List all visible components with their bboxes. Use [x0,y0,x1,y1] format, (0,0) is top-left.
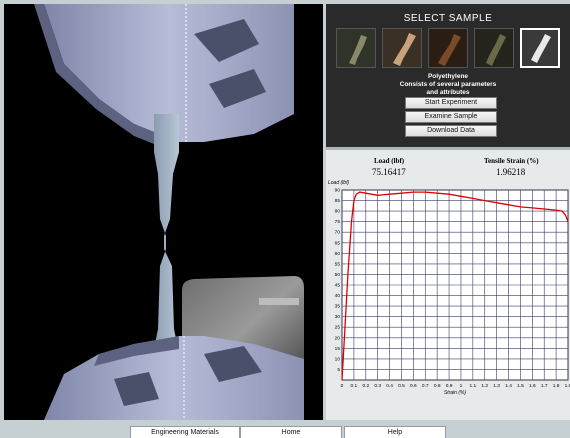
y-tick-label: 75 [335,219,341,225]
x-tick-label: 0.7 [422,383,429,389]
strain-label: Tensile Strain (%) [484,157,539,165]
strain-value: 1.96218 [496,167,526,177]
x-tick-label: 0.1 [351,383,358,389]
x-tick-label: 0.3 [374,383,381,389]
examine-sample-button[interactable]: Examine Sample [405,111,497,123]
y-tick-label: 30 [335,314,341,320]
x-tick-label: 0.8 [434,383,441,389]
x-tick-label: 0 [341,383,344,389]
tensile-test-viewport[interactable] [4,4,323,420]
help-tab[interactable]: Help [344,426,446,438]
x-tick-label: 1.5 [517,383,524,389]
sample-thumb-1[interactable] [336,28,376,68]
y-tick-label: 35 [335,304,341,310]
x-tick-label: 0.4 [386,383,393,389]
x-tick-label: 1.9 [565,383,570,389]
x-axis-label: Strain (%) [444,390,467,396]
y-tick-label: 55 [335,261,341,267]
y-tick-label: 20 [335,335,341,341]
load-strain-chart: 0 0.1 0.2 0.3 0.4 0.5 0.6 0.7 0.8 0.9 1 1.1 1.2 1.3 1.… [328,180,570,396]
material-name: Polyethylene [427,73,469,80]
load-strain-chart-panel: Load (lbf) 75.16417 Tensile Strain (%) 1… [326,150,570,420]
sample-selector-title: SELECT SAMPLE [403,13,493,24]
sample-2-icon [383,29,421,67]
load-label: Load (lbf) [374,157,405,165]
sample-thumb-3[interactable] [428,28,468,68]
x-tick-label: 0.2 [362,383,369,389]
x-tick-label: 0.9 [446,383,453,389]
y-tick-label: 80 [335,209,341,215]
x-tick-label: 1.7 [541,383,548,389]
x-tick-label: 1.1 [470,383,477,389]
start-experiment-button[interactable]: Start Experiment [405,97,497,109]
sample-thumbnails [336,28,566,70]
sample-1-icon [337,29,375,67]
tensile-machine-illustration [34,4,304,420]
sample-selector-panel: SELECT SAMPLE Polyethylene Consists of s… [326,4,570,147]
material-description-line1: Consists of several parameters [399,81,497,88]
x-tick-label: 1.4 [505,383,512,389]
sample-4-icon [475,29,513,67]
sample-thumb-2[interactable] [382,28,422,68]
sample-thumb-4[interactable] [474,28,514,68]
y-tick-label: 25 [335,325,341,331]
y-tick-label: 85 [335,198,341,204]
x-tick-label: 1 [460,383,463,389]
engineering-materials-tab[interactable]: Engineering Materials [130,426,240,438]
y-tick-label: 5 [337,367,340,373]
x-tick-label: 1.3 [493,383,500,389]
sample-3-icon [429,29,467,67]
y-tick-label: 40 [335,293,341,299]
y-tick-label: 15 [335,346,341,352]
download-data-button[interactable]: Download Data [405,125,497,137]
y-tick-label: 50 [335,272,341,278]
material-description-line2: and attributes [426,89,470,96]
home-tab[interactable]: Home [240,426,342,438]
y-tick-label: 65 [335,240,341,246]
y-tick-label: 90 [335,188,341,194]
x-tick-label: 0.5 [398,383,405,389]
x-tick-label: 1.2 [481,383,488,389]
y-tick-label: 70 [335,230,341,236]
x-tick-label: 1.8 [553,383,560,389]
right-panel: SELECT SAMPLE Polyethylene Consists of s… [326,4,570,420]
y-tick-label: 45 [335,283,341,289]
x-tick-label: 0.6 [410,383,417,389]
sample-thumb-5[interactable] [520,28,560,68]
sample-5-icon [522,30,558,66]
x-tick-label: 1.6 [529,383,536,389]
y-tick-label: 10 [335,356,341,362]
y-tick-label: 60 [335,251,341,257]
load-value: 75.16417 [372,167,406,177]
y-axis-label: Load (lbf) [328,180,349,186]
